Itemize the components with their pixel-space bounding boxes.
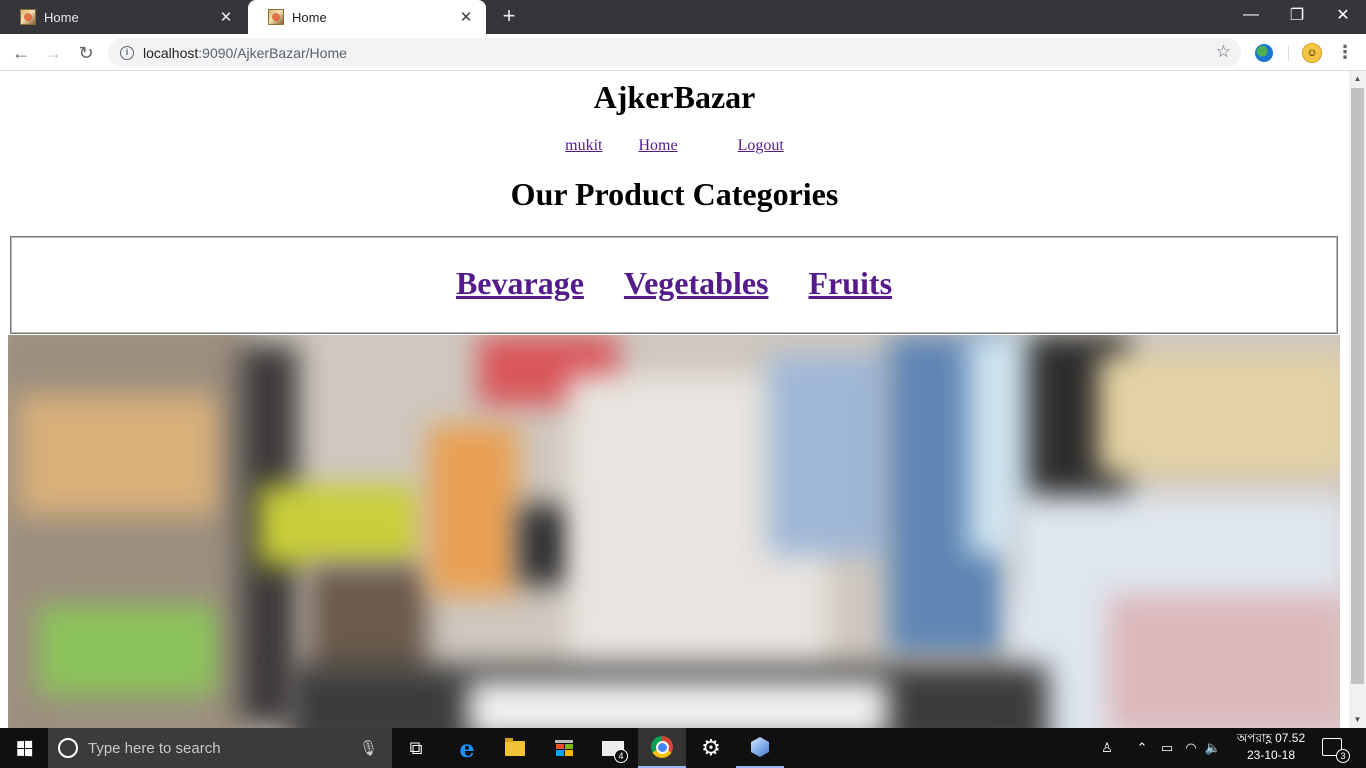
category-link-fruits[interactable]: Fruits [808, 265, 892, 301]
tab-title: Home [44, 9, 79, 25]
task-view-icon[interactable]: ⧉ [392, 728, 440, 768]
taskbar-search-placeholder: Type here to search [88, 739, 221, 757]
extension-globe-icon[interactable] [1255, 44, 1273, 62]
clock-date: 23-10-18 [1246, 748, 1296, 762]
site-info-icon[interactable]: i [120, 45, 134, 60]
window-close-icon[interactable]: ✕ [1320, 0, 1366, 30]
site-favicon-icon [20, 9, 36, 25]
address-bar[interactable]: i localhost:9090/AjkerBazar/Home ☆ [108, 38, 1241, 67]
browser-menu-icon[interactable]: ⋮ [1336, 41, 1354, 65]
nav-link-home[interactable]: Home [639, 137, 678, 154]
page-scrollbar[interactable]: ▲ ▼ [1349, 71, 1366, 728]
windows-logo-icon [16, 740, 32, 756]
wifi-icon[interactable]: ◠ [1182, 728, 1200, 768]
action-center-icon[interactable]: 3 [1322, 738, 1350, 763]
bookmark-star-icon[interactable]: ☆ [1216, 42, 1231, 62]
volume-icon[interactable]: 🔈 [1204, 728, 1222, 768]
top-nav: mukit Home Logout [0, 137, 1349, 155]
settings-gear-icon[interactable]: ⚙ [687, 728, 735, 768]
scrollbar-thumb[interactable] [1351, 88, 1364, 684]
file-explorer-icon[interactable] [491, 728, 539, 768]
category-link-vegetables[interactable]: Vegetables [624, 265, 769, 301]
browser-tab[interactable]: Home ✕ [0, 0, 246, 34]
tab-close-icon[interactable]: ✕ [458, 8, 474, 26]
microphone-icon[interactable]: 🎙 [359, 739, 378, 757]
window-minimize-icon[interactable]: — [1228, 0, 1274, 30]
back-arrow-icon[interactable]: ← [8, 40, 34, 66]
taskbar-clock[interactable]: অপরাহ্ণ 07.52 23-10-18 [1228, 730, 1314, 766]
toolbar-divider [1288, 45, 1289, 61]
nav-link-user[interactable]: mukit [565, 137, 602, 154]
virtual-box-cube-icon[interactable] [736, 728, 784, 768]
url-path: :9090/AjkerBazar/Home [198, 44, 347, 61]
battery-icon[interactable]: ▭ [1158, 728, 1176, 768]
reload-icon[interactable]: ↻ [73, 40, 99, 66]
tab-close-icon[interactable]: ✕ [218, 8, 234, 26]
tab-title: Home [292, 9, 327, 25]
new-tab-plus-icon[interactable]: + [498, 5, 520, 28]
clock-time: অপরাহ্ণ 07.52 [1236, 731, 1306, 745]
notification-badge: 3 [1336, 749, 1350, 763]
cortana-circle-icon [58, 738, 78, 758]
page-viewport: AjkerBazar mukit Home Logout Our Product… [0, 71, 1349, 728]
store-icon[interactable] [540, 728, 588, 768]
edge-browser-icon[interactable]: e [443, 728, 491, 768]
browser-tab-strip: Home ✕ Home ✕ + — ❐ ✕ [0, 0, 1366, 34]
site-title: AjkerBazar [593, 79, 756, 115]
forward-arrow-icon[interactable]: → [40, 40, 66, 66]
browser-tab-active[interactable]: Home ✕ [248, 0, 486, 34]
people-icon[interactable]: ♙ [1096, 728, 1118, 768]
site-favicon-icon [268, 9, 284, 25]
show-hidden-icons-chevron-icon[interactable]: ⌃ [1133, 728, 1151, 768]
hero-supermarket-image [8, 335, 1340, 728]
mail-badge: 4 [614, 749, 628, 763]
window-restore-icon[interactable]: ❐ [1274, 0, 1320, 30]
windows-taskbar: Type here to search 🎙 ⧉ e 4 ⚙ ♙ ⌃ ▭ ◠ 🔈 … [0, 728, 1366, 768]
section-heading: Our Product Categories [510, 176, 839, 212]
chrome-icon[interactable] [638, 728, 686, 768]
browser-toolbar: ← → ↻ i localhost:9090/AjkerBazar/Home ☆… [0, 34, 1366, 71]
url-host: localhost [143, 44, 199, 61]
category-link-bevarage[interactable]: Bevarage [456, 265, 584, 301]
nav-link-logout[interactable]: Logout [738, 137, 784, 154]
taskbar-search-box[interactable]: Type here to search 🎙 [48, 728, 392, 768]
mail-icon[interactable]: 4 [589, 728, 637, 768]
scroll-down-arrow-icon[interactable]: ▼ [1349, 712, 1366, 728]
profile-avatar-icon[interactable]: ☺ [1302, 43, 1322, 63]
scroll-up-arrow-icon[interactable]: ▲ [1349, 71, 1366, 87]
start-button[interactable] [0, 728, 48, 768]
category-box: Bevarage Vegetables Fruits [10, 236, 1338, 334]
